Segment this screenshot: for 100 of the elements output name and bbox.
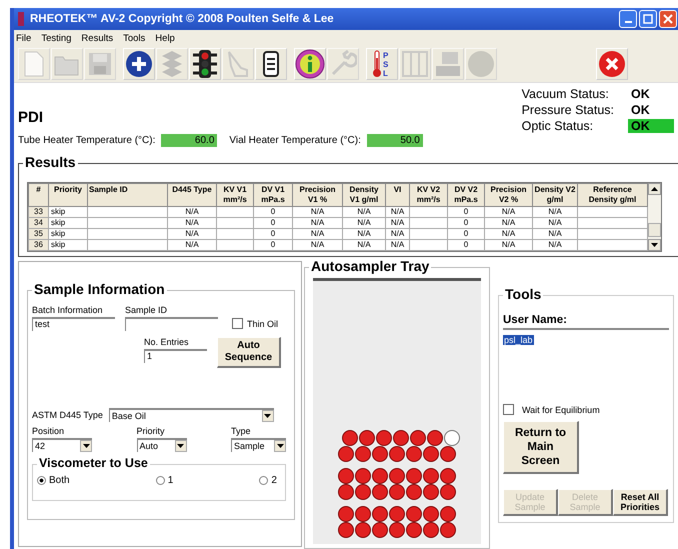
table-cell: N/A xyxy=(386,228,410,240)
field-label: Type xyxy=(231,426,252,436)
column-header[interactable]: Sample ID xyxy=(88,184,168,206)
status-label: Vacuum Status: xyxy=(522,87,610,101)
table-cell: N/A xyxy=(484,218,532,228)
table-cell: N/A xyxy=(386,240,410,250)
radio-button[interactable]: 2 xyxy=(259,475,277,486)
window-title: RHEOTEK™ AV-2 Copyright © 2008 Poulten Selfe & Lee xyxy=(30,13,335,25)
page-heading: PDI xyxy=(18,109,44,126)
field-label: ASTM D445 Type xyxy=(32,410,103,420)
field-label: User Name: xyxy=(503,314,568,326)
table-cell: N/A xyxy=(168,240,216,250)
group-title: Sample Information xyxy=(32,281,167,297)
return-button[interactable]: Return to Main Screen xyxy=(503,421,579,474)
menu-item[interactable]: Help xyxy=(155,32,175,44)
table-cell: 0 xyxy=(448,218,484,228)
column-header[interactable]: Density V2 g/ml xyxy=(532,184,578,206)
table-cell: 0 xyxy=(448,240,484,250)
field-label: Batch Information xyxy=(32,305,104,315)
table-cell: N/A xyxy=(342,228,386,240)
table-cell: N/A xyxy=(386,218,410,228)
dropdown[interactable]: 42 xyxy=(32,438,92,452)
table-cell: 0 xyxy=(254,206,292,218)
status-value: OK xyxy=(630,103,651,117)
table-cell: N/A xyxy=(532,218,578,228)
selected-text: psl_lab xyxy=(503,335,534,345)
column-header[interactable]: DV V1 mPa.s xyxy=(254,184,292,206)
menu-item[interactable]: Results xyxy=(81,32,114,44)
table-cell: N/A xyxy=(292,240,342,250)
action-button[interactable]: Reset All Priorities xyxy=(613,489,668,516)
column-header[interactable]: DV V2 mPa.s xyxy=(448,184,484,206)
dropdown[interactable]: Sample xyxy=(231,438,286,452)
table-cell: N/A xyxy=(532,228,578,240)
column-header[interactable]: # xyxy=(28,184,48,206)
table-cell: skip xyxy=(48,206,88,218)
status-value: OK xyxy=(630,87,651,101)
input-field[interactable]: 1 xyxy=(144,349,207,363)
status-label: Optic Status: xyxy=(522,119,594,133)
input-field[interactable]: test xyxy=(32,317,115,331)
field-label: Sample ID xyxy=(125,305,168,315)
table-cell: N/A xyxy=(342,218,386,228)
field-label: Priority xyxy=(136,426,166,436)
table-cell: N/A xyxy=(342,240,386,250)
table-cell: 0 xyxy=(448,228,484,240)
table-cell: N/A xyxy=(168,218,216,228)
table-cell: 0 xyxy=(254,240,292,250)
group-title: Viscometer to Use xyxy=(37,456,150,470)
table-cell: 0 xyxy=(254,228,292,240)
table-cell: N/A xyxy=(532,240,578,250)
input-field[interactable]: psl_lab xyxy=(503,328,669,344)
table-cell: N/A xyxy=(292,228,342,240)
table-cell: 0 xyxy=(254,218,292,228)
table-cell: N/A xyxy=(484,228,532,240)
table-cell: N/A xyxy=(292,206,342,218)
table-cell: 0 xyxy=(448,206,484,218)
table-cell: skip xyxy=(48,240,88,250)
menu-item[interactable]: Tools xyxy=(123,32,146,44)
checkbox-label: Thin Oil xyxy=(247,319,278,329)
row-number: 33 xyxy=(28,206,48,218)
status-value: OK xyxy=(628,119,674,133)
table-cell: N/A xyxy=(532,206,578,218)
column-header[interactable]: Density V1 g/ml xyxy=(342,184,386,206)
row-number: 34 xyxy=(28,218,48,228)
menu-item[interactable]: Testing xyxy=(41,32,72,44)
group-title: Autosampler Tray xyxy=(309,258,432,274)
column-header[interactable]: VI xyxy=(386,184,410,206)
checkbox-label: Wait for Equilibrium xyxy=(522,404,600,414)
column-header[interactable]: Precision V1 % xyxy=(292,184,342,206)
heater-label: Tube Heater Temperature (°C): xyxy=(18,135,156,146)
group-title: Results xyxy=(23,154,78,170)
table-cell: N/A xyxy=(386,206,410,218)
dropdown[interactable]: Base Oil xyxy=(108,408,274,422)
column-header[interactable]: KV V1 mm²/s xyxy=(216,184,254,206)
field-label: No. Entries xyxy=(144,337,190,347)
status-label: Pressure Status: xyxy=(522,103,614,117)
temperature-display: 50.0 xyxy=(366,134,423,147)
table-cell: N/A xyxy=(168,228,216,240)
column-header[interactable]: D445 Type xyxy=(168,184,216,206)
row-number: 36 xyxy=(28,240,48,250)
group-title: Tools xyxy=(503,286,544,302)
column-header[interactable]: Precision V2 % xyxy=(484,184,532,206)
temperature-display: 60.0 xyxy=(161,134,218,147)
column-header[interactable]: Priority xyxy=(48,184,88,206)
column-header[interactable]: KV V2 mm²/s xyxy=(410,184,448,206)
dropdown[interactable]: Auto xyxy=(136,438,186,452)
table-cell: N/A xyxy=(292,218,342,228)
column-header[interactable]: Reference Density g/ml xyxy=(578,184,648,206)
radio-button[interactable]: 1 xyxy=(156,475,174,486)
table-cell: N/A xyxy=(484,206,532,218)
auto-sequence-button[interactable]: Auto Sequence xyxy=(217,337,281,368)
field-label: Position xyxy=(32,426,66,436)
radio-button[interactable]: Both xyxy=(37,475,70,486)
heater-label: Vial Heater Temperature (°C): xyxy=(229,135,361,146)
table-cell: skip xyxy=(48,228,88,240)
table-cell: N/A xyxy=(484,240,532,250)
toolbar-button[interactable]: PSL xyxy=(366,48,398,80)
table-cell: N/A xyxy=(342,206,386,218)
table-cell: skip xyxy=(48,218,88,228)
menu-item[interactable]: File xyxy=(16,32,32,44)
row-number: 35 xyxy=(28,228,48,240)
